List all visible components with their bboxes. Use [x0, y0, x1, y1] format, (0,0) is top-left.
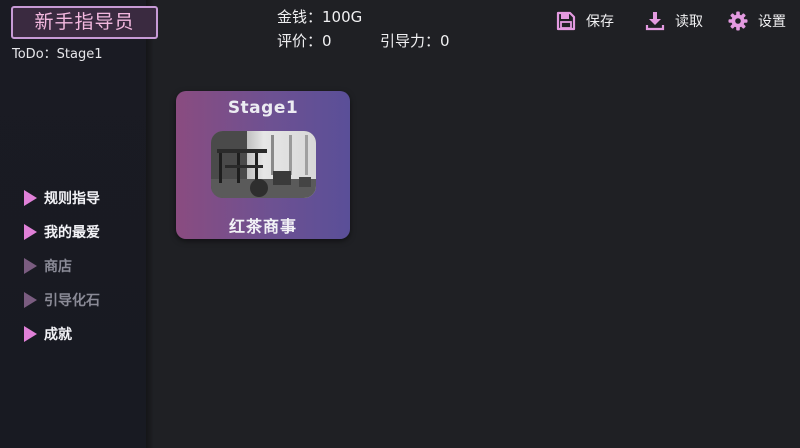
- menu-item-label: 规则指导: [44, 191, 100, 207]
- stage-card[interactable]: Stage1 红茶商事: [176, 91, 350, 239]
- main-menu: 规则指导 我的最爱 商店 引导化石 成就: [24, 181, 100, 351]
- todo-label: ToDo：Stage1: [12, 47, 103, 62]
- play-triangle-icon: [24, 224, 37, 240]
- menu-item-label: 成就: [44, 327, 72, 343]
- load-button[interactable]: 读取: [645, 10, 703, 32]
- play-triangle-icon: [24, 190, 37, 206]
- menu-item-label: 我的最爱: [44, 225, 100, 241]
- download-tray-icon: [645, 12, 665, 31]
- guide-power-value: 引导力：0: [380, 32, 450, 50]
- stage-card-title: Stage1: [227, 98, 299, 118]
- game-title: 新手指导员: [11, 6, 158, 39]
- play-triangle-icon: [24, 326, 37, 342]
- menu-item-shop[interactable]: 商店: [24, 249, 100, 283]
- menu-item-favorites[interactable]: 我的最爱: [24, 215, 100, 249]
- menu-item-label: 引导化石: [44, 293, 100, 309]
- stage-card-name: 红茶商事: [228, 217, 297, 236]
- save-button[interactable]: 保存: [556, 10, 614, 32]
- menu-item-label: 商店: [44, 259, 72, 275]
- rating-value: 评价：0: [277, 32, 332, 50]
- floppy-disk-icon: [556, 11, 576, 31]
- settings-button[interactable]: 设置: [728, 10, 786, 32]
- menu-item-guide-fossil[interactable]: 引导化石: [24, 283, 100, 317]
- play-triangle-icon: [24, 258, 37, 274]
- stage-thumbnail-image: [211, 131, 316, 198]
- settings-label: 设置: [758, 14, 786, 30]
- gear-icon: [728, 11, 748, 31]
- menu-item-rules[interactable]: 规则指导: [24, 181, 100, 215]
- money-value: 金钱：100G: [277, 8, 363, 26]
- menu-item-achievements[interactable]: 成就: [24, 317, 100, 351]
- load-label: 读取: [675, 14, 703, 30]
- sidebar-shadow: [146, 0, 154, 448]
- save-label: 保存: [586, 14, 614, 30]
- play-triangle-icon: [24, 292, 37, 308]
